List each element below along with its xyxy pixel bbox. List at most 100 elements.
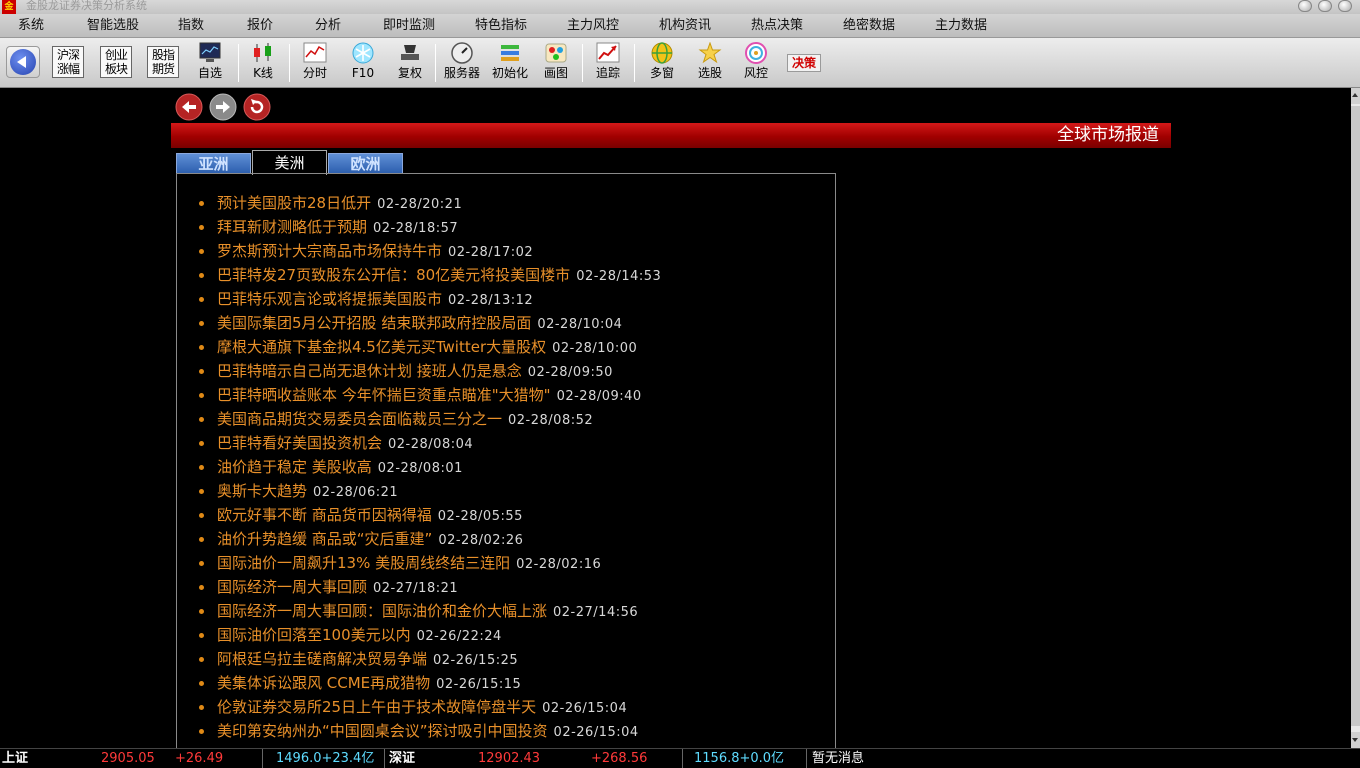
- menu-item-risk-control[interactable]: 主力风控: [567, 18, 619, 34]
- scroll-thumb[interactable]: [1351, 106, 1360, 726]
- bullet-icon: [199, 705, 204, 710]
- arrow-right-icon: [209, 93, 237, 121]
- layers-icon: [501, 45, 519, 61]
- news-headline[interactable]: 巴菲特乐观言论或将提振美国股市: [217, 290, 442, 308]
- vertical-scrollbar[interactable]: [1351, 88, 1360, 748]
- status-divider: [384, 749, 385, 768]
- menu-item-smart-select[interactable]: 智能选股: [87, 18, 139, 34]
- news-time: 02-28/20:21: [377, 197, 463, 212]
- stock-picker-label: 选股: [697, 66, 722, 80]
- draw-button[interactable]: 画图: [532, 42, 580, 84]
- watchlist-label: 自选: [197, 66, 222, 80]
- scroll-down-button[interactable]: [1351, 732, 1360, 748]
- watchlist-button[interactable]: 自选: [186, 42, 234, 84]
- news-headline[interactable]: 国际油价一周飙升13% 美股周线终结三连阳: [217, 554, 510, 572]
- news-headline[interactable]: 欧元好事不断 商品货币因祸得福: [217, 506, 432, 524]
- bullet-icon: [199, 369, 204, 374]
- window-title: 金股龙证券决策分析系统: [26, 0, 147, 12]
- news-headline[interactable]: 国际油价回落至100美元以内: [217, 626, 411, 644]
- news-time: 02-28/02:16: [516, 557, 602, 572]
- kline-button[interactable]: K线: [239, 42, 287, 84]
- status-divider: [262, 749, 263, 768]
- bullet-icon: [199, 681, 204, 686]
- news-headline[interactable]: 摩根大通旗下基金拟4.5亿美元买Twitter大量股权: [217, 338, 546, 356]
- news-headline[interactable]: 奥斯卡大趋势: [217, 482, 307, 500]
- news-time: 02-28/09:50: [527, 365, 613, 380]
- maximize-button[interactable]: [1318, 0, 1332, 12]
- tab-americas[interactable]: 美洲: [252, 150, 327, 175]
- news-headline[interactable]: 巴菲特暗示自己尚无退休计划 接班人仍是悬念: [217, 362, 522, 380]
- line-chart-icon: [303, 42, 327, 63]
- menu-item-system[interactable]: 系统: [18, 18, 44, 34]
- initialize-button[interactable]: 初始化: [486, 42, 534, 84]
- news-headline[interactable]: 巴菲特看好美国投资机会: [217, 434, 382, 452]
- menu-item-secret-data[interactable]: 绝密数据: [843, 18, 895, 34]
- shenzhen-shanghai-gain-button[interactable]: 沪深涨幅: [52, 46, 84, 78]
- news-time: 02-26/15:04: [542, 701, 628, 716]
- toolbar-separator: [435, 44, 436, 82]
- app-logo-icon: 金: [2, 0, 16, 14]
- close-button[interactable]: [1338, 0, 1352, 12]
- bullet-icon: [199, 417, 204, 422]
- nav-back-button[interactable]: [175, 93, 203, 121]
- track-button[interactable]: 追踪: [584, 42, 632, 84]
- risk-control-button[interactable]: 风控: [732, 42, 780, 84]
- news-headline[interactable]: 拜耳新财测略低于预期: [217, 218, 367, 236]
- news-headline[interactable]: 美国际集团5月公开招股 结束联邦政府控股局面: [217, 314, 531, 332]
- news-time: 02-27/14:56: [553, 605, 639, 620]
- news-headline[interactable]: 巴菲特发27页致股东公开信：80亿美元将投美国楼市: [217, 266, 570, 284]
- shenzhen-change: +268.56: [591, 751, 648, 766]
- decision-button[interactable]: 决策: [787, 54, 821, 72]
- snowflake-icon: [352, 42, 374, 64]
- news-headline[interactable]: 国际经济一周大事回顾：国际油价和金价大幅上涨: [217, 602, 547, 620]
- bullet-icon: [199, 201, 204, 206]
- multi-window-button[interactable]: 多窗: [638, 42, 686, 84]
- news-headline[interactable]: 预计美国股市28日低开: [217, 194, 371, 212]
- track-label: 追踪: [595, 66, 620, 80]
- scroll-up-button[interactable]: [1351, 88, 1360, 104]
- menu-item-institution-news[interactable]: 机构资讯: [659, 18, 711, 34]
- gem-board-button[interactable]: 创业板块: [100, 46, 132, 78]
- news-headline[interactable]: 油价升势趋缓 商品或“灾后重建”: [217, 530, 432, 548]
- menu-item-realtime-monitor[interactable]: 即时监测: [383, 18, 435, 34]
- bullet-icon: [199, 273, 204, 278]
- bullet-icon: [199, 393, 204, 398]
- news-time: 02-28/05:55: [437, 509, 523, 524]
- section-banner: 全球市场报道: [171, 123, 1171, 148]
- menu-item-main-data[interactable]: 主力数据: [935, 18, 987, 34]
- news-time: 02-28/17:02: [448, 245, 534, 260]
- bullet-icon: [199, 489, 204, 494]
- multi-window-label: 多窗: [649, 66, 674, 80]
- kline-label: K线: [253, 66, 273, 80]
- news-headline[interactable]: 罗杰斯预计大宗商品市场保持牛市: [217, 242, 442, 260]
- nav-refresh-button[interactable]: [243, 93, 271, 121]
- news-headline[interactable]: 伦敦证券交易所25日上午由于技术故障停盘半天: [217, 698, 536, 716]
- server-button[interactable]: 服务器: [438, 42, 486, 84]
- news-headline[interactable]: 油价趋于稳定 美股收高: [217, 458, 372, 476]
- menu-item-index[interactable]: 指数: [178, 18, 204, 34]
- menu-item-analysis[interactable]: 分析: [315, 18, 341, 34]
- back-button[interactable]: [6, 46, 40, 78]
- draw-label: 画图: [543, 66, 568, 80]
- news-headline[interactable]: 美印第安纳州办“中国圆桌会议”探讨吸引中国投资: [217, 722, 548, 740]
- tab-asia[interactable]: 亚洲: [176, 153, 251, 174]
- stock-picker-button[interactable]: 选股: [686, 42, 734, 84]
- news-headline[interactable]: 阿根廷乌拉圭磋商解决贸易争端: [217, 650, 427, 668]
- news-headline[interactable]: 美国商品期货交易委员会面临裁员三分之一: [217, 410, 502, 428]
- news-headline[interactable]: 巴菲特晒收益账本 今年怀揣巨资重点瞄准"大猎物": [217, 386, 551, 404]
- news-headline[interactable]: 国际经济一周大事回顾: [217, 578, 367, 596]
- status-divider: [806, 749, 807, 768]
- f10-button[interactable]: F10: [339, 42, 387, 84]
- nav-forward-button[interactable]: [209, 93, 237, 121]
- toolbar-separator: [289, 44, 290, 82]
- menu-item-quote[interactable]: 报价: [247, 18, 273, 34]
- news-headline[interactable]: 美集体诉讼跟风 CCME再成猎物: [217, 674, 430, 692]
- minimize-button[interactable]: [1298, 0, 1312, 12]
- adjust-rights-button[interactable]: 复权: [386, 42, 434, 84]
- menu-item-special-indicator[interactable]: 特色指标: [475, 18, 527, 34]
- tab-europe[interactable]: 欧洲: [328, 153, 403, 174]
- intraday-button[interactable]: 分时: [291, 42, 339, 84]
- index-futures-button[interactable]: 股指期货: [147, 46, 179, 78]
- news-time: 02-28/13:12: [448, 293, 534, 308]
- menu-item-hot-decision[interactable]: 热点决策: [751, 18, 803, 34]
